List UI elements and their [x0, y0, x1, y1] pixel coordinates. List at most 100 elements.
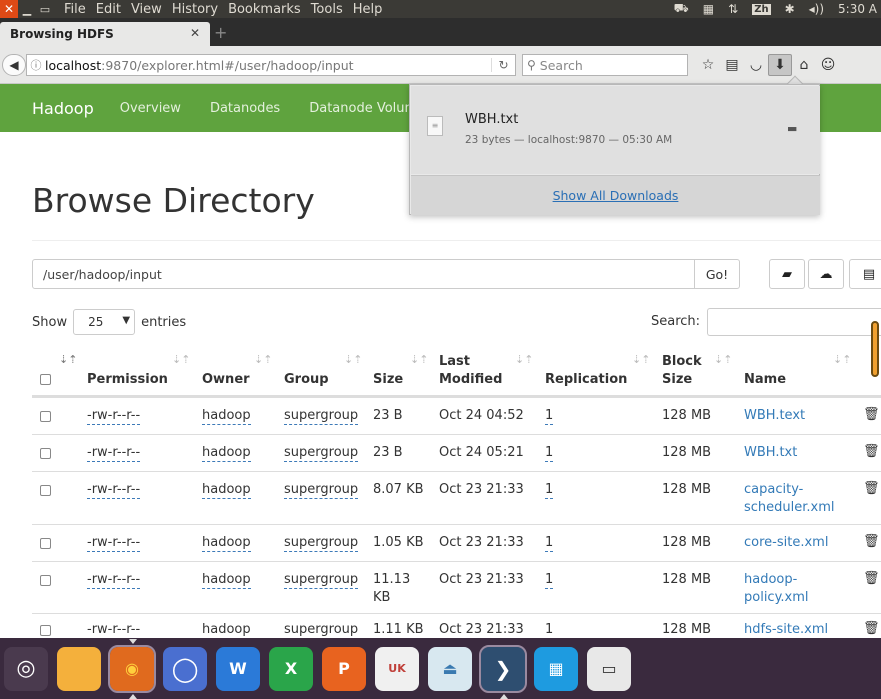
- bookmark-star-icon[interactable]: ☆: [696, 54, 720, 76]
- terminal-icon[interactable]: ❯: [479, 644, 527, 699]
- table-search-input[interactable]: [707, 308, 881, 336]
- sort-icon[interactable]: ⇣⇡: [172, 353, 190, 366]
- impress-icon[interactable]: P: [322, 646, 366, 691]
- go-button[interactable]: Go!: [694, 259, 740, 289]
- menu-help[interactable]: Help: [353, 2, 383, 17]
- tab-close-icon[interactable]: ✕: [190, 26, 200, 40]
- sort-icon[interactable]: ⇣⇡: [410, 353, 428, 366]
- owner-cell[interactable]: hadoop: [202, 482, 251, 499]
- file-name-link[interactable]: capacity-scheduler.xml: [744, 481, 844, 517]
- menu-tools[interactable]: Tools: [311, 2, 343, 17]
- header-replication[interactable]: Replication: [545, 371, 627, 389]
- sort-icon[interactable]: ⇣⇡: [714, 353, 732, 366]
- replication-cell[interactable]: 1: [545, 445, 554, 462]
- workspace-switcher-icon[interactable]: ▦: [534, 646, 578, 691]
- remote-viewer-icon[interactable]: ⏏: [428, 646, 472, 691]
- row-checkbox[interactable]: [40, 575, 51, 586]
- replication-cell[interactable]: 1: [545, 622, 554, 639]
- group-cell[interactable]: supergroup: [284, 445, 359, 462]
- firefox-icon[interactable]: ◉: [108, 638, 156, 699]
- row-checkbox[interactable]: [40, 538, 51, 549]
- permission-cell[interactable]: -rw-r--r--: [87, 445, 141, 462]
- calendar-icon[interactable]: ▦: [703, 2, 714, 16]
- group-cell[interactable]: supergroup: [284, 622, 359, 639]
- header-group[interactable]: Group: [284, 371, 329, 389]
- row-checkbox[interactable]: [40, 448, 51, 459]
- owner-cell[interactable]: hadoop: [202, 408, 251, 425]
- row-checkbox[interactable]: [40, 485, 51, 496]
- select-all-checkbox[interactable]: [40, 374, 51, 385]
- smiley-icon[interactable]: ☺: [816, 54, 840, 76]
- header-owner[interactable]: Owner: [202, 371, 250, 389]
- hadoop-brand[interactable]: Hadoop: [32, 99, 94, 118]
- entries-select[interactable]: 25 ▼: [73, 309, 136, 335]
- directory-path-input[interactable]: /user/hadoop/input: [32, 259, 695, 289]
- new-tab-button[interactable]: +: [214, 23, 227, 42]
- tab-browsing-hdfs[interactable]: Browsing HDFS ✕: [0, 22, 210, 46]
- downloads-icon[interactable]: ⬇: [768, 54, 792, 76]
- sort-icon[interactable]: ⇣⇡: [632, 353, 650, 366]
- trash-icon[interactable]: 🗑: [863, 444, 880, 459]
- url-bar[interactable]: ⓘ localhost :9870/explorer.html#/user/ha…: [26, 54, 516, 76]
- menu-view[interactable]: View: [131, 2, 162, 17]
- file-name-link[interactable]: hadoop-policy.xml: [744, 571, 828, 607]
- nav-datanode-volume-failures[interactable]: Datanode Volun: [309, 101, 413, 116]
- back-button[interactable]: ◀: [2, 54, 26, 76]
- clock[interactable]: 5:30 A: [838, 2, 877, 16]
- pocket-icon[interactable]: ◡: [744, 54, 768, 76]
- trash-icon[interactable]: 🗑: [863, 621, 880, 636]
- header-permission[interactable]: Permission: [87, 371, 168, 389]
- page-scrollbar-thumb[interactable]: [871, 321, 879, 377]
- owner-cell[interactable]: hadoop: [202, 622, 251, 639]
- writer-icon[interactable]: W: [216, 646, 260, 691]
- trash-icon[interactable]: 🗑: [863, 571, 880, 586]
- permission-cell[interactable]: -rw-r--r--: [87, 622, 141, 639]
- nav-datanodes[interactable]: Datanodes: [210, 101, 280, 116]
- sort-icon[interactable]: ⇣⇡: [59, 353, 77, 366]
- menu-history[interactable]: History: [172, 2, 218, 17]
- reload-icon[interactable]: ↻: [491, 58, 515, 72]
- menu-bookmarks[interactable]: Bookmarks: [228, 2, 301, 17]
- volume-icon[interactable]: ◂)): [809, 2, 824, 16]
- trash-icon[interactable]: 🗑: [863, 407, 880, 422]
- calc-icon[interactable]: X: [269, 646, 313, 691]
- header-name[interactable]: Name: [744, 371, 786, 389]
- permission-cell[interactable]: -rw-r--r--: [87, 572, 141, 589]
- header-block-size[interactable]: Block Size: [662, 353, 712, 389]
- file-name-link[interactable]: core-site.xml: [744, 534, 828, 552]
- replication-cell[interactable]: 1: [545, 408, 554, 425]
- row-checkbox[interactable]: [40, 411, 51, 422]
- sort-icon[interactable]: ⇣⇡: [344, 353, 362, 366]
- group-cell[interactable]: supergroup: [284, 572, 359, 589]
- header-size[interactable]: Size: [373, 371, 403, 389]
- owner-cell[interactable]: hadoop: [202, 535, 251, 552]
- reading-list-icon[interactable]: ▤: [720, 54, 744, 76]
- window-maximize-button[interactable]: ▭: [36, 3, 54, 16]
- store-bag-icon[interactable]: UK: [375, 646, 419, 691]
- permission-cell[interactable]: -rw-r--r--: [87, 535, 141, 552]
- download-item[interactable]: ≡ WBH.txt 23 bytes — localhost:9870 — 05…: [411, 86, 820, 174]
- sort-icon[interactable]: ⇣⇡: [515, 353, 533, 366]
- replication-cell[interactable]: 1: [545, 572, 554, 589]
- window-minimize-button[interactable]: ▁: [18, 3, 36, 16]
- show-desktop-icon[interactable]: ▭: [587, 646, 631, 691]
- nav-overview[interactable]: Overview: [120, 101, 181, 116]
- chromium-icon[interactable]: ◯: [163, 646, 207, 691]
- home-icon[interactable]: ⌂: [792, 54, 816, 76]
- upload-button[interactable]: ☁: [808, 259, 844, 289]
- menu-edit[interactable]: Edit: [96, 2, 121, 17]
- cut-paste-button[interactable]: ▤: [849, 259, 881, 289]
- window-close-button[interactable]: ✕: [0, 0, 18, 18]
- header-last-modified[interactable]: Last Modified: [439, 353, 509, 389]
- dash-icon[interactable]: ◎: [4, 646, 48, 691]
- row-checkbox[interactable]: [40, 625, 51, 636]
- owner-cell[interactable]: hadoop: [202, 445, 251, 462]
- network-icon[interactable]: ⇅: [728, 2, 738, 16]
- show-all-downloads-button[interactable]: Show All Downloads: [411, 175, 820, 215]
- replication-cell[interactable]: 1: [545, 482, 554, 499]
- permission-cell[interactable]: -rw-r--r--: [87, 408, 141, 425]
- create-directory-button[interactable]: ▰: [769, 259, 805, 289]
- group-cell[interactable]: supergroup: [284, 535, 359, 552]
- open-folder-icon[interactable]: ▬: [787, 122, 797, 135]
- owner-cell[interactable]: hadoop: [202, 572, 251, 589]
